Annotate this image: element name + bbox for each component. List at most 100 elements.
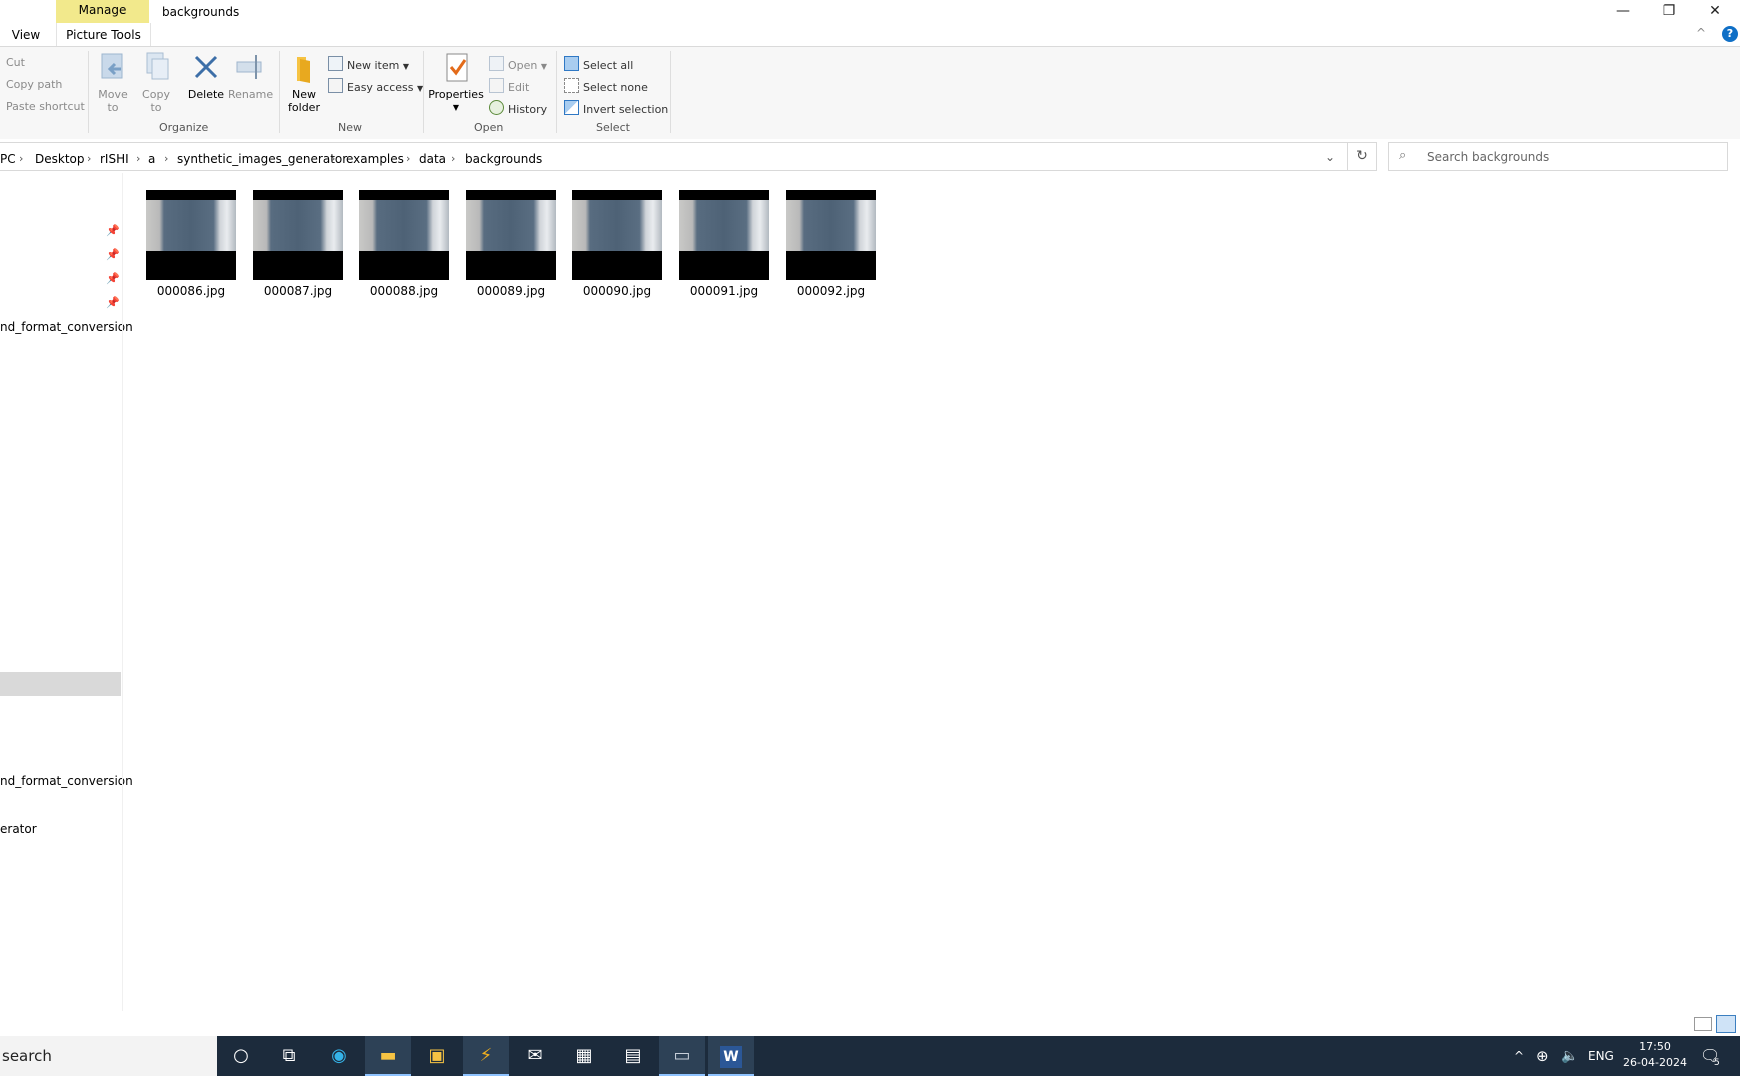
properties-button[interactable]: Properties ▼ [428,51,484,114]
breadcrumb-pc[interactable]: PC [0,152,16,166]
chevron-right-icon[interactable]: › [87,152,91,165]
file-name: 000092.jpg [796,284,866,298]
nav-item-format-conversion[interactable]: nd_format_conversion [0,320,133,334]
file-item[interactable]: 000092.jpg [779,174,883,298]
delete-icon [194,55,218,79]
network-icon[interactable]: ⊕ [1536,1036,1549,1076]
copy-to-button[interactable]: Copy to [137,51,175,114]
breadcrumb-a[interactable]: a [148,152,155,166]
file-item[interactable]: 000090.jpg [565,174,669,298]
breadcrumb-examples[interactable]: examples [346,152,404,166]
copy-path-button[interactable]: Copy path [6,78,62,91]
pin-icon[interactable]: 📌 [106,296,120,309]
photo [359,200,449,251]
show-hidden-icons-icon[interactable]: ^ [1514,1036,1524,1076]
tab-picture-tools[interactable]: Picture Tools [56,23,151,46]
new-item-button[interactable]: New item ▼ [328,56,409,72]
edit-icon [489,78,504,93]
move-to-icon [101,53,123,79]
task-view-icon[interactable]: ⧉ [266,1036,312,1076]
clock[interactable]: 17:50 26-04-2024 [1622,1039,1688,1071]
file-item[interactable]: 000091.jpg [672,174,776,298]
group-divider [279,51,280,133]
new-folder-label: New [292,88,316,101]
invert-selection-button[interactable]: Invert selection [564,100,668,116]
taskbar-search-box[interactable]: search [0,1036,217,1076]
search-placeholder: Search backgrounds [1427,150,1550,164]
calculator-icon[interactable]: ▤ [610,1036,656,1076]
minimize-button[interactable]: — [1600,0,1646,22]
restore-button[interactable]: ❐ [1646,0,1692,22]
file-explorer-icon[interactable]: ▬ [365,1036,411,1076]
breadcrumb-data[interactable]: data [419,152,446,166]
new-item-label: New item [347,59,400,72]
open-label: Open [508,59,538,72]
word-icon[interactable]: W [708,1036,754,1076]
pane-divider[interactable] [122,173,123,1011]
properties-label: Properties [428,88,484,101]
nav-item-generator[interactable]: erator [0,822,37,836]
search-input[interactable]: ⌕ Search backgrounds [1388,142,1728,171]
collapse-ribbon-icon[interactable]: ^ [1696,26,1706,40]
chevron-right-icon[interactable]: › [331,152,335,165]
large-icons-view-icon[interactable] [1716,1015,1736,1033]
edge-icon[interactable]: ◉ [316,1036,362,1076]
new-item-icon [328,56,343,71]
app-icon[interactable]: ⚡ [463,1036,509,1076]
nav-item-selected[interactable] [0,672,121,696]
rename-button[interactable]: Rename [228,51,273,101]
chevron-right-icon[interactable]: › [451,152,455,165]
breadcrumb-synthetic-images-generator[interactable]: synthetic_images_generator [177,152,347,166]
file-item[interactable]: 000089.jpg [459,174,563,298]
delete-label: Delete [187,88,225,101]
new-folder-button[interactable]: New folder [286,51,322,114]
chevron-right-icon[interactable]: › [19,152,23,165]
language-indicator[interactable]: ENG [1588,1036,1614,1076]
image-viewer-icon[interactable]: ▭ [659,1036,705,1076]
volume-icon[interactable]: 🔈 [1561,1036,1578,1076]
breadcrumb-backgrounds[interactable]: backgrounds [465,152,542,166]
folder-icon [297,57,310,83]
cortana-icon[interactable]: ○ [218,1036,264,1076]
group-divider [423,51,424,133]
file-item[interactable]: 000087.jpg [246,174,350,298]
chevron-right-icon[interactable]: › [164,152,168,165]
edit-button[interactable]: Edit [489,78,529,94]
select-all-button[interactable]: Select all [564,56,633,72]
chevron-right-icon[interactable]: › [136,152,140,165]
file-item[interactable]: 000088.jpg [352,174,456,298]
mail-icon[interactable]: ✉ [512,1036,558,1076]
chevron-right-icon[interactable]: › [406,152,410,165]
photo [679,200,769,251]
breadcrumb[interactable]: PC › Desktop › rISHI › a › synthetic_ima… [0,142,1348,171]
delete-button[interactable]: Delete [186,51,226,101]
history-button[interactable]: History [489,100,547,116]
copy-path-label: Copy path [6,78,63,91]
history-icon [489,100,504,115]
details-view-icon[interactable] [1694,1017,1712,1031]
pin-icon[interactable]: 📌 [106,224,120,237]
tab-view[interactable]: View [4,23,48,46]
close-button[interactable]: ✕ [1692,0,1738,22]
paste-shortcut-button[interactable]: Paste shortcut [6,100,85,113]
easy-access-button[interactable]: Easy access ▼ [328,78,423,94]
history-dropdown-icon[interactable]: ⌄ [1325,150,1335,164]
cut-button[interactable]: Cut [6,56,25,69]
store-icon[interactable]: ▣ [414,1036,460,1076]
select-none-button[interactable]: Select none [564,78,648,94]
calendar-icon[interactable]: ▦ [561,1036,607,1076]
breadcrumb-rishi[interactable]: rISHI [100,152,129,166]
pin-icon[interactable]: 📌 [106,272,120,285]
open-button[interactable]: Open ▼ [489,56,547,72]
tab-manage[interactable]: Manage [56,0,149,23]
select-all-icon [564,56,579,71]
move-to-button[interactable]: Move to [94,51,132,114]
file-item[interactable]: 000086.jpg [139,174,243,298]
file-name: 000088.jpg [369,284,439,298]
refresh-icon[interactable]: ↻ [1348,142,1377,171]
pin-icon[interactable]: 📌 [106,248,120,261]
nav-item-format-conversion-2[interactable]: nd_format_conversion [0,774,133,788]
breadcrumb-desktop[interactable]: Desktop [35,152,85,166]
notification-icon[interactable]: 🗨 [1700,1036,1720,1076]
help-icon[interactable]: ? [1722,26,1738,42]
